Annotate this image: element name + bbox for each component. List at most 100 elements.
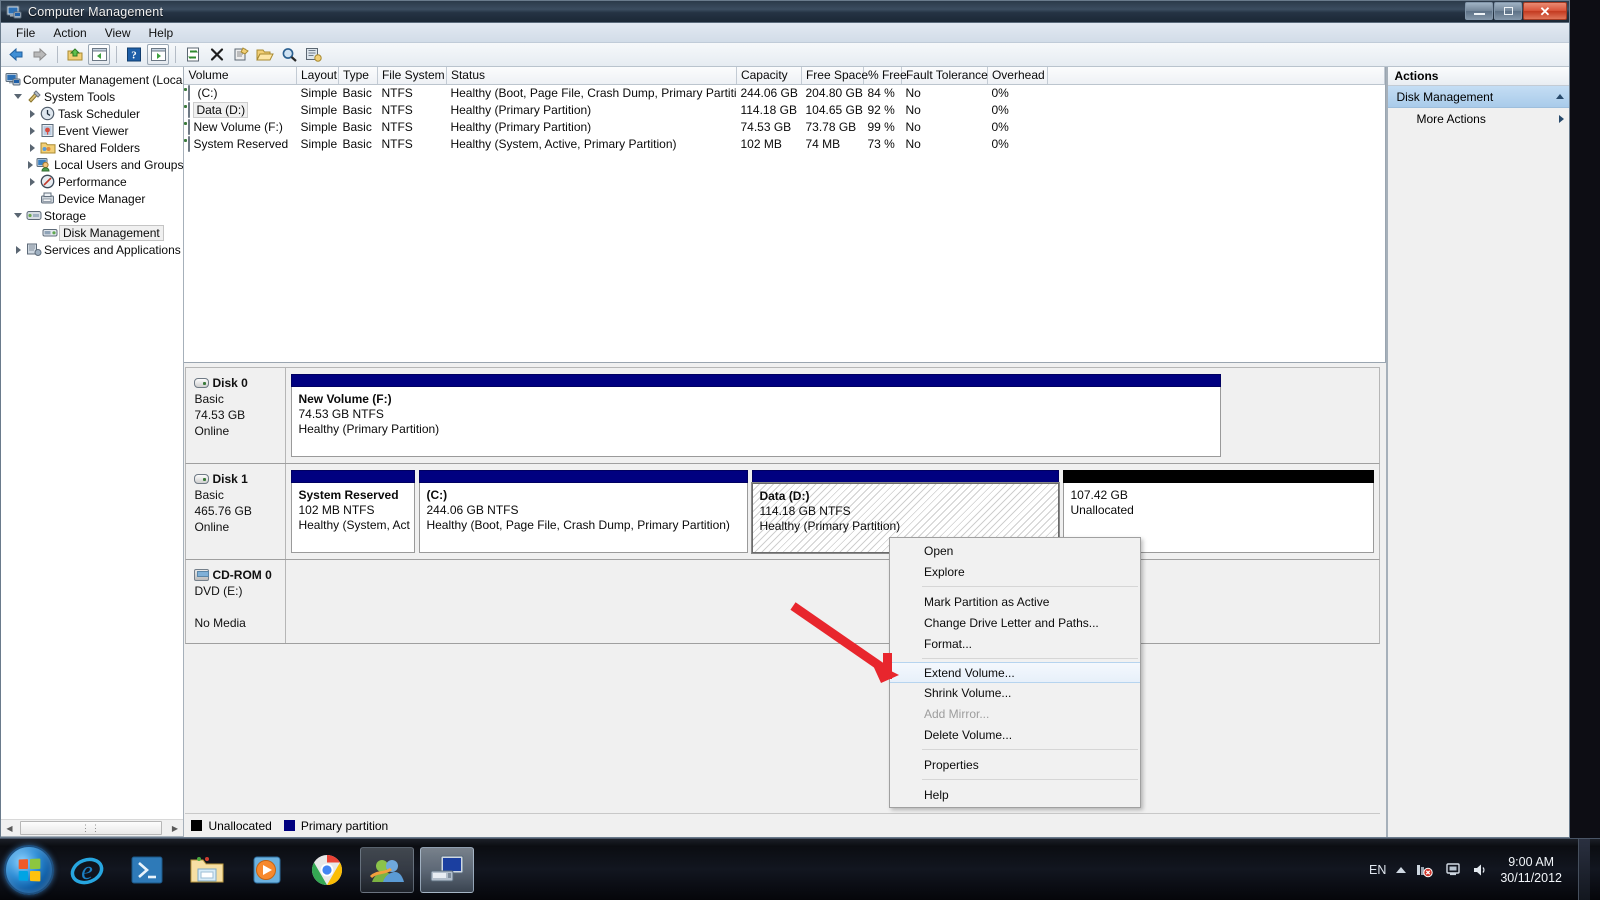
taskbar-internet-explorer[interactable]: e	[60, 847, 114, 893]
menu-view[interactable]: View	[96, 24, 140, 42]
column-header-overhead[interactable]: Overhead	[987, 67, 1048, 85]
scroll-left-button[interactable]: ◀	[1, 820, 18, 836]
cell-volume[interactable]: New Volume (F:)	[184, 118, 296, 135]
tree-expander-closed[interactable]	[25, 109, 39, 118]
disk-info-cdrom0[interactable]: CD-ROM 0 DVD (E:) No Media	[186, 560, 287, 643]
column-header-file-system[interactable]: File System	[377, 67, 447, 85]
refresh-icon[interactable]	[182, 44, 204, 65]
table-row[interactable]: Data (D:) Simple Basic NTFS Healthy (Pri…	[184, 101, 1385, 118]
column-header-type[interactable]: Type	[338, 67, 378, 85]
column-header-status[interactable]: Status	[446, 67, 737, 85]
tree-expander-open[interactable]	[11, 94, 25, 99]
tree-item-task-scheduler[interactable]: Task Scheduler	[3, 105, 183, 122]
cell-fault-tolerance: No	[905, 85, 921, 100]
taskbar-messenger[interactable]	[360, 846, 414, 893]
disk-info-disk1[interactable]: Disk 1 Basic 465.76 GB Online	[186, 464, 287, 559]
tree-item-services-and-applications[interactable]: Services and Applications	[3, 241, 183, 258]
column-header-capacity[interactable]: Capacity	[736, 67, 802, 85]
rescan-disks-icon[interactable]	[302, 44, 324, 65]
network-error-icon[interactable]	[1416, 862, 1434, 878]
tree-horizontal-scrollbar[interactable]: ◀ ⋮⋮ ▶	[1, 819, 184, 836]
flag-action-center-icon[interactable]	[1444, 862, 1462, 878]
show-hidden-icons-icon[interactable]	[1396, 867, 1407, 873]
close-button[interactable]: ✕	[1523, 2, 1567, 20]
tree-item-system-tools[interactable]: System Tools	[3, 88, 183, 105]
back-arrow-icon[interactable]	[5, 44, 27, 65]
tree-item-disk-management[interactable]: Disk Management	[3, 224, 183, 241]
tray-language-indicator[interactable]: EN	[1369, 863, 1386, 877]
volume-icon[interactable]	[1472, 862, 1490, 878]
tree-item-performance[interactable]: Performance	[3, 173, 183, 190]
tree-item-shared-folders[interactable]: Shared Folders	[3, 139, 183, 156]
cell-volume[interactable]: System Reserved	[184, 135, 296, 152]
table-row[interactable]: (C:) Simple Basic NTFS Healthy (Boot, Pa…	[184, 84, 1385, 101]
taskbar-powershell[interactable]	[120, 847, 174, 893]
scrollbar-track[interactable]: ⋮⋮	[18, 820, 167, 836]
taskbar-computer-management[interactable]	[420, 846, 474, 893]
action-more-actions[interactable]: More Actions	[1388, 108, 1569, 130]
chevron-right-icon[interactable]	[1559, 115, 1564, 123]
table-row[interactable]: New Volume (F:) Simple Basic NTFS Health…	[184, 118, 1385, 135]
tree-item-device-manager[interactable]: Device Manager	[3, 190, 183, 207]
context-menu-item-mark-partition-as-active[interactable]: Mark Partition as Active	[890, 591, 1140, 612]
show-desktop-button[interactable]	[1578, 839, 1590, 900]
menu-help[interactable]: Help	[140, 24, 183, 42]
table-row[interactable]: System Reserved Simple Basic NTFS Health…	[184, 135, 1385, 152]
show-hide-tree-icon[interactable]	[88, 44, 110, 65]
context-menu-item-delete-volume[interactable]: Delete Volume...	[890, 724, 1140, 745]
minimize-button[interactable]	[1465, 2, 1493, 20]
volume-list[interactable]: Volume Layout Type File System Status Ca…	[184, 67, 1387, 363]
taskbar-windows-media-player[interactable]	[240, 847, 294, 893]
search-icon[interactable]	[278, 44, 300, 65]
delete-icon[interactable]	[206, 44, 228, 65]
tree-item-event-viewer[interactable]: Event Viewer	[3, 122, 183, 139]
scroll-right-button[interactable]: ▶	[166, 820, 183, 836]
column-header-volume[interactable]: Volume	[184, 67, 297, 85]
column-header-percent-free[interactable]: % Free	[863, 67, 907, 85]
disk-info-disk0[interactable]: Disk 0 Basic 74.53 GB Online	[186, 368, 287, 463]
context-menu-item-explore[interactable]: Explore	[890, 561, 1140, 582]
column-header-free-space[interactable]: Free Space	[801, 67, 868, 85]
tree-item-storage[interactable]: Storage	[3, 207, 183, 224]
tree-expander-closed[interactable]	[11, 245, 25, 254]
scrollbar-thumb[interactable]: ⋮⋮	[20, 821, 162, 835]
context-menu-item-format[interactable]: Format...	[890, 633, 1140, 654]
menu-action[interactable]: Action	[44, 24, 95, 42]
partition-system-reserved[interactable]: System Reserved 102 MB NTFS Healthy (Sys…	[291, 470, 416, 553]
maximize-button[interactable]	[1494, 2, 1522, 20]
tree-expander-open[interactable]	[11, 213, 25, 218]
taskbar-clock[interactable]: 9:00 AM 30/11/2012	[1500, 854, 1562, 886]
tree-item-local-users-and-groups[interactable]: Local Users and Groups	[3, 156, 183, 173]
forward-arrow-icon[interactable]	[29, 44, 51, 65]
context-menu-item-shrink-volume[interactable]: Shrink Volume...	[890, 682, 1140, 703]
chevron-up-icon[interactable]	[1556, 94, 1564, 99]
computer-icon	[5, 72, 21, 88]
actions-group-disk-management[interactable]: Disk Management	[1388, 86, 1569, 108]
partition-c-drive[interactable]: (C:) 244.06 GB NTFS Healthy (Boot, Page …	[419, 470, 749, 553]
tree-expander-closed[interactable]	[25, 126, 39, 135]
cell-volume[interactable]: (C:)	[184, 84, 296, 101]
menu-file[interactable]: File	[7, 24, 44, 42]
partition-new-volume-f[interactable]: New Volume (F:) 74.53 GB NTFS Healthy (P…	[291, 374, 1222, 457]
help-icon[interactable]: ?	[123, 44, 145, 65]
context-menu-item-help[interactable]: Help	[890, 784, 1140, 805]
tree-item-computer-management-root[interactable]: Computer Management (Local)	[3, 71, 183, 88]
context-menu-item-change-drive-letter-and-paths[interactable]: Change Drive Letter and Paths...	[890, 612, 1140, 633]
tree-expander-closed[interactable]	[25, 160, 36, 169]
context-menu-item-properties[interactable]: Properties	[890, 754, 1140, 775]
tree-expander-closed[interactable]	[25, 143, 39, 152]
taskbar-google-chrome[interactable]	[300, 847, 354, 893]
start-button[interactable]	[4, 844, 54, 895]
context-menu-item-open[interactable]: Open	[890, 540, 1140, 561]
title-bar[interactable]: Computer Management ✕	[1, 1, 1569, 23]
taskbar-windows-explorer[interactable]	[180, 847, 234, 893]
cell-volume[interactable]: Data (D:)	[184, 101, 296, 118]
properties-pane-icon[interactable]	[147, 44, 169, 65]
column-header-layout[interactable]: Layout	[296, 67, 339, 85]
up-folder-icon[interactable]	[64, 44, 86, 65]
tree-expander-closed[interactable]	[25, 177, 39, 186]
properties-icon[interactable]	[230, 44, 252, 65]
context-menu-item-extend-volume[interactable]: Extend Volume...	[890, 662, 1140, 683]
open-folder-icon[interactable]	[254, 44, 276, 65]
column-header-fault-tolerance[interactable]: Fault Tolerance	[901, 67, 988, 85]
